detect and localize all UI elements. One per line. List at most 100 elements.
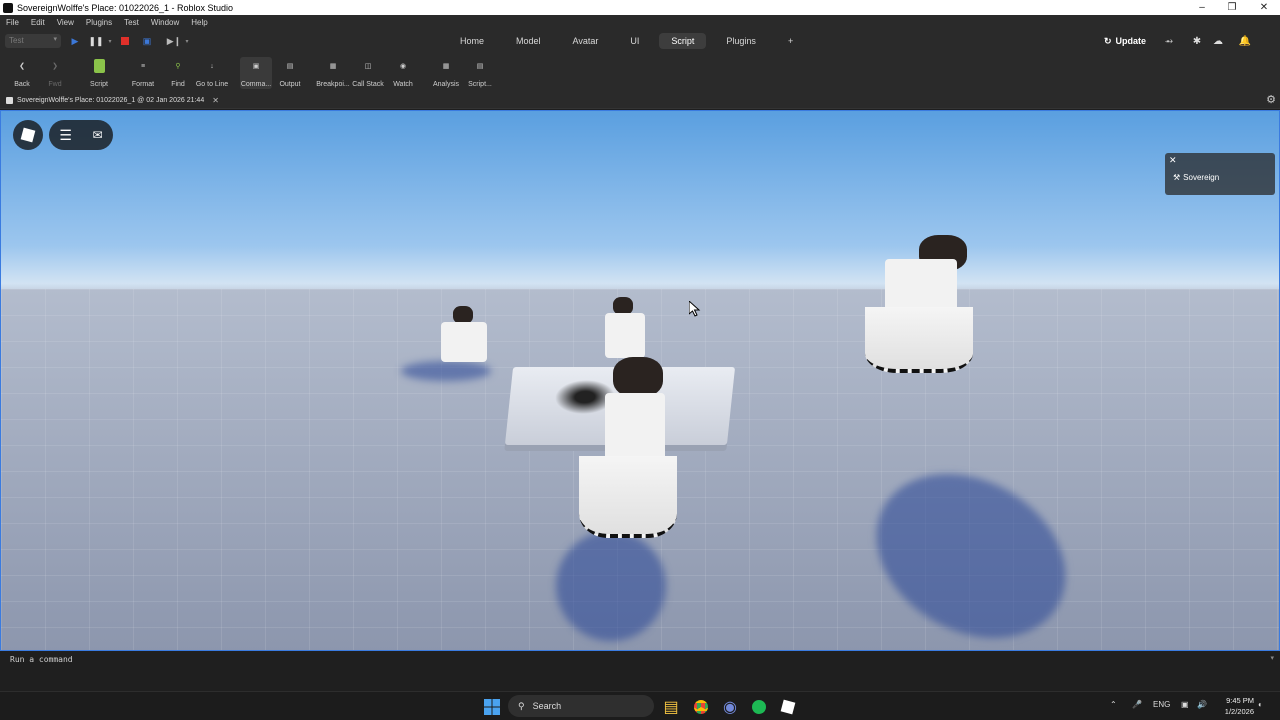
character-shadow bbox=[556, 531, 666, 641]
script-profiler-icon: ▤ bbox=[476, 63, 484, 70]
output-icon: ▤ bbox=[286, 63, 294, 70]
roblox-menu-icon[interactable] bbox=[13, 120, 43, 150]
stop-icon[interactable] bbox=[119, 34, 131, 48]
taskbar-search[interactable]: ⚲ Search bbox=[508, 695, 654, 717]
ribbon-tabs: Home Model Avatar UI Script Plugins + bbox=[448, 33, 813, 49]
script-profiler-button[interactable]: ▤ Script... bbox=[467, 57, 493, 89]
menu-help[interactable]: Help bbox=[191, 18, 207, 27]
restore-icon[interactable]: ❐ bbox=[1216, 0, 1248, 15]
command-bar: Run a command ▾ bbox=[0, 651, 1280, 691]
call-stack-button[interactable]: ◫ Call Stack bbox=[351, 57, 385, 89]
analysis-button[interactable]: ▦ Analysis bbox=[432, 57, 460, 89]
cloud-icon[interactable]: ☁ bbox=[1211, 34, 1225, 48]
system-clock[interactable]: 9:45 PM 1/2/2026 bbox=[1216, 695, 1254, 717]
eye-icon: ◉ bbox=[399, 63, 407, 70]
spotify-icon[interactable] bbox=[750, 698, 768, 716]
close-tab-icon[interactable]: ✕ bbox=[212, 96, 219, 105]
tab-add[interactable]: + bbox=[776, 33, 805, 49]
chevron-down-icon[interactable]: ▾ bbox=[1270, 654, 1274, 662]
ribbon: ❮ Back ❯ Fwd Script ≡ Format ⚲ Find ↓ Go… bbox=[0, 53, 1280, 91]
document-tab-bar: SovereignWolffe's Place: 01022026_1 @ 02… bbox=[0, 91, 1280, 109]
close-window-icon[interactable]: ✕ bbox=[1248, 0, 1280, 15]
chevron-down-icon[interactable]: ▾ bbox=[104, 34, 116, 48]
output-button[interactable]: ▤ Output bbox=[277, 57, 303, 89]
document-tab[interactable]: SovereignWolffe's Place: 01022026_1 @ 02… bbox=[6, 93, 219, 107]
notification-bell-icon[interactable]: 🔔 bbox=[1238, 34, 1252, 48]
step-icon[interactable]: ▶❙ bbox=[167, 34, 181, 48]
breakpoints-icon: ▦ bbox=[329, 63, 337, 70]
find-icon: ⚲ bbox=[175, 63, 181, 70]
go-to-line-icon: ↓ bbox=[210, 62, 214, 70]
pause-icon[interactable]: ❚❚ bbox=[88, 34, 103, 48]
place-icon bbox=[6, 96, 13, 104]
menu-view[interactable]: View bbox=[57, 18, 74, 27]
menu-plugins[interactable]: Plugins bbox=[86, 18, 112, 27]
menu-window[interactable]: Window bbox=[151, 18, 179, 27]
go-to-line-button[interactable]: ↓ Go to Line bbox=[194, 57, 230, 89]
menu-file[interactable]: File bbox=[6, 18, 19, 27]
test-mode-select[interactable]: Test ▾ bbox=[5, 34, 61, 48]
chevron-down-icon[interactable]: ▾ bbox=[181, 34, 193, 48]
tab-model[interactable]: Model bbox=[504, 33, 553, 49]
search-icon: ⚲ bbox=[518, 700, 525, 711]
command-bar-button[interactable]: ▣ Comma... bbox=[240, 57, 272, 89]
character-avatar bbox=[437, 306, 492, 366]
display-icon[interactable]: ▣ bbox=[1181, 700, 1189, 709]
windows-start-icon[interactable] bbox=[483, 698, 501, 716]
os-taskbar: ⚲ Search ▤ ◉ ⌃ 🎤 ENG ▣ 🔊 9:45 PM 1/2/202… bbox=[0, 691, 1280, 720]
hammer-icon: ⚒ bbox=[1173, 173, 1181, 182]
command-input[interactable]: Run a command bbox=[10, 655, 73, 664]
window-title: SovereignWolffe's Place: 01022026_1 - Ro… bbox=[17, 2, 234, 13]
update-icon: ↻ bbox=[1104, 35, 1112, 46]
format-button[interactable]: ≡ Format bbox=[128, 57, 158, 89]
find-button[interactable]: ⚲ Find bbox=[166, 57, 190, 89]
tab-ui[interactable]: UI bbox=[618, 33, 651, 49]
update-button[interactable]: ↻ Update bbox=[1104, 34, 1146, 48]
watch-button[interactable]: ◉ Watch bbox=[391, 57, 415, 89]
volume-icon[interactable]: 🔊 bbox=[1197, 700, 1207, 709]
file-explorer-icon[interactable]: ▤ bbox=[662, 698, 680, 716]
hamburger-menu-icon[interactable]: ☰ bbox=[59, 127, 72, 144]
analysis-icon: ▦ bbox=[442, 63, 450, 70]
share-icon[interactable]: ⥇ bbox=[1162, 34, 1176, 48]
tab-avatar[interactable]: Avatar bbox=[561, 33, 611, 49]
roblox-studio-icon bbox=[3, 2, 13, 13]
call-stack-icon: ◫ bbox=[364, 63, 372, 70]
menu-edit[interactable]: Edit bbox=[31, 18, 45, 27]
top-toolbar: Test ▾ ▶ ❚❚ ▾ ▣ ▶❙ ▾ Home Model Avatar UI… bbox=[0, 29, 1280, 78]
tab-home[interactable]: Home bbox=[448, 33, 496, 49]
arrow-right-icon: ❯ bbox=[52, 63, 58, 70]
character-avatar bbox=[863, 229, 975, 379]
tab-script[interactable]: Script bbox=[659, 33, 707, 49]
game-viewport[interactable]: ☰ ✉ ✕ ⚒ Sovereign bbox=[0, 110, 1280, 651]
script-icon bbox=[89, 57, 109, 75]
character-avatar bbox=[575, 351, 680, 541]
chevron-down-icon: ▾ bbox=[53, 36, 57, 43]
collaborate-icon[interactable]: ✱ bbox=[1190, 34, 1204, 48]
play-icon[interactable]: ▶ bbox=[69, 34, 81, 48]
roblox-studio-taskbar-icon[interactable] bbox=[779, 698, 797, 716]
chevron-up-icon[interactable]: ⌃ bbox=[1110, 700, 1117, 709]
client-server-icon[interactable]: ▣ bbox=[141, 34, 153, 48]
back-button[interactable]: ❮ Back bbox=[12, 57, 32, 89]
language-indicator[interactable]: ENG bbox=[1153, 700, 1170, 709]
breakpoints-button[interactable]: ▦ Breakpoi... bbox=[316, 57, 350, 89]
gear-icon[interactable]: ⚙ bbox=[1266, 93, 1276, 106]
terminal-icon: ▣ bbox=[252, 63, 260, 70]
microphone-icon[interactable]: 🎤 bbox=[1132, 700, 1142, 709]
close-icon[interactable]: ✕ bbox=[1169, 155, 1177, 166]
notification-center-icon[interactable]: ◐ bbox=[1258, 700, 1263, 709]
menu-test[interactable]: Test bbox=[124, 18, 139, 27]
tab-plugins[interactable]: Plugins bbox=[714, 33, 768, 49]
arrow-left-icon: ❮ bbox=[19, 63, 25, 70]
player-notification: ✕ ⚒ Sovereign bbox=[1165, 153, 1275, 195]
forward-button[interactable]: ❯ Fwd bbox=[45, 57, 65, 89]
minimize-icon[interactable]: – bbox=[1186, 0, 1218, 15]
menu-chat-group: ☰ ✉ bbox=[49, 120, 113, 150]
notification-username: Sovereign bbox=[1183, 173, 1220, 182]
chrome-icon[interactable] bbox=[692, 698, 710, 716]
format-icon: ≡ bbox=[140, 62, 146, 70]
discord-icon[interactable]: ◉ bbox=[721, 698, 739, 716]
chat-icon[interactable]: ✉ bbox=[93, 128, 103, 142]
script-button[interactable]: Script bbox=[86, 57, 112, 89]
